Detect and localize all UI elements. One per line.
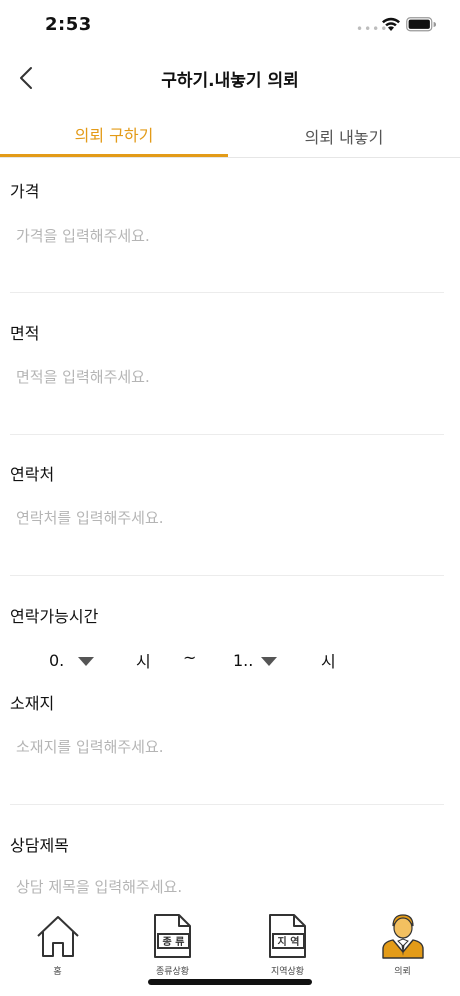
tabbar-request[interactable]: 의뢰	[345, 912, 460, 984]
battery-icon	[406, 17, 437, 36]
start-hour-unit: 시	[136, 652, 151, 671]
tabbar-label: 홈	[53, 967, 62, 977]
nav-header: 구하기.내놓기 의뢰	[0, 50, 460, 106]
home-indicator	[148, 979, 312, 985]
location-input[interactable]	[10, 727, 444, 767]
price-input[interactable]	[10, 216, 444, 256]
area-label: 면적	[10, 324, 40, 343]
location-label: 소재지	[10, 694, 55, 713]
dropdown-arrow-icon	[78, 656, 95, 666]
start-hour-value: 0.	[49, 650, 65, 670]
status-bar: 2:53 ••••	[0, 0, 460, 50]
tabbar-home[interactable]: 홈	[0, 912, 115, 984]
dropdown-arrow-icon	[261, 656, 278, 666]
end-hour-value: 1..	[233, 650, 254, 670]
start-hour-select[interactable]: 0.	[49, 645, 95, 675]
end-hour-unit: 시	[321, 652, 336, 671]
tabbar-label: 지역상황	[270, 967, 305, 977]
divider	[10, 575, 444, 576]
divider	[10, 804, 444, 805]
consult-title-label: 상담제목	[10, 836, 69, 855]
person-suit-icon	[381, 914, 424, 959]
area-input[interactable]	[10, 357, 444, 397]
price-label: 가격	[10, 182, 40, 201]
consult-title-input[interactable]	[10, 867, 444, 907]
contact-input[interactable]	[10, 498, 444, 538]
tabbar-label: 의뢰	[394, 967, 411, 977]
end-hour-select[interactable]: 1..	[233, 645, 278, 675]
contact-time-label: 연락가능시간	[10, 607, 99, 626]
tabbar-label: 종류상황	[155, 967, 190, 977]
tabbar-type-status[interactable]: 종 류 종류상황	[115, 912, 230, 984]
divider	[10, 292, 444, 293]
region-badge-text: 지 역	[277, 935, 299, 948]
home-icon	[36, 916, 79, 957]
divider	[10, 434, 444, 435]
request-tabs: 의뢰 구하기 의뢰 내놓기	[0, 114, 460, 158]
contact-label: 연락처	[10, 465, 55, 484]
tab-request-offer[interactable]: 의뢰 내놓기	[228, 114, 460, 158]
time-separator: ~	[183, 648, 197, 667]
tabbar-region-status[interactable]: 지 역 지역상황	[230, 912, 345, 984]
status-time: 2:53	[45, 14, 92, 35]
wifi-icon	[381, 17, 401, 36]
document-region-icon: 지 역	[268, 914, 306, 958]
type-badge-text: 종 류	[162, 936, 184, 948]
tab-request-find[interactable]: 의뢰 구하기	[0, 114, 228, 157]
document-type-icon: 종 류	[153, 914, 191, 958]
page-title: 구하기.내놓기 의뢰	[161, 71, 299, 91]
